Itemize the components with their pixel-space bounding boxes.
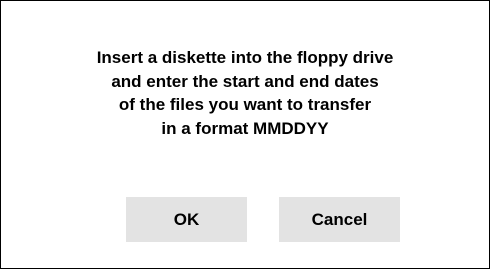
transfer-dialog: Insert a diskette into the floppy drive … xyxy=(0,0,490,269)
message-line-1: Insert a diskette into the floppy drive xyxy=(96,48,394,67)
message-line-4: in a format MMDDYY xyxy=(161,118,329,138)
message-line-3: of the files you want to transfer xyxy=(118,95,372,114)
dialog-message: Insert a diskette into the floppy drive … xyxy=(1,46,489,140)
cancel-button[interactable]: Cancel xyxy=(279,197,400,242)
message-line-2: and enter the start and end dates xyxy=(111,71,379,91)
ok-button[interactable]: OK xyxy=(126,197,247,242)
